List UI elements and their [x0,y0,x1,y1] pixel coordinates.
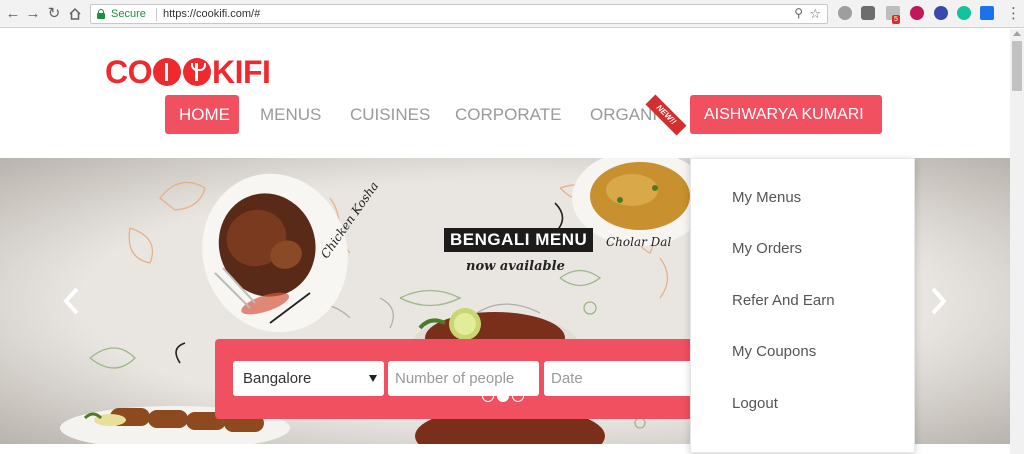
menu-icon[interactable]: ⋮ [1006,4,1021,22]
extension-icon-4[interactable] [910,6,924,20]
extension-badge: 5 [892,15,900,24]
zoom-icon[interactable]: ⚲ [794,6,803,20]
download-icon[interactable] [980,6,994,20]
menu-item-my-menus[interactable]: My Menus [732,189,801,206]
city-select-value: Bangalore [243,370,312,387]
star-icon[interactable]: ☆ [809,6,821,22]
address-bar[interactable]: Secure https://cookifi.com/# ⚲ ☆ [90,4,828,24]
cookifi-logo[interactable]: CO KIFI [105,53,271,90]
nav-menus[interactable]: MENUS [260,95,321,134]
lock-icon [97,9,105,19]
banner-subtitle: now available [466,259,565,274]
menu-item-logout[interactable]: Logout [732,395,778,412]
scroll-thumb[interactable] [1012,41,1022,91]
menu-item-refer-and-earn[interactable]: Refer And Earn [732,292,835,309]
extension-icon-2[interactable] [861,6,875,20]
logo-fork-icon [183,58,211,86]
logo-knife-icon [153,58,181,86]
scroll-up-icon[interactable] [1013,31,1021,36]
extension-icon-5[interactable] [934,6,948,20]
menu-item-my-orders[interactable]: My Orders [732,240,802,257]
nav-cuisines[interactable]: CUISINES [350,95,430,134]
page-scrollbar[interactable] [1010,29,1024,454]
forward-icon[interactable]: → [24,5,42,23]
carousel-prev-icon[interactable] [60,285,84,317]
carousel-dot-3[interactable] [512,390,524,402]
menu-item-my-coupons[interactable]: My Coupons [732,343,816,360]
carousel-next-icon[interactable] [926,285,950,317]
search-panel: Bangalore [215,339,705,419]
dish-label-cholar-dal: Cholar Dal [606,235,672,249]
browser-toolbar: ← → ↻ Secure https://cookifi.com/# ⚲ ☆ 5… [0,0,1024,28]
logo-text-right: KIFI [212,53,271,90]
home-icon[interactable] [66,5,84,23]
secure-label: Secure [111,8,146,20]
back-icon[interactable]: ← [4,5,22,23]
user-dropdown-menu: My Menus My Orders Refer And Earn My Cou… [690,158,915,453]
extension-icon-1[interactable] [838,6,852,20]
logo-text-left: CO [105,53,153,90]
url-text[interactable]: https://cookifi.com/# [163,8,260,20]
grammarly-icon[interactable] [957,6,971,20]
carousel-dot-2[interactable] [497,390,509,402]
nav-home[interactable]: HOME [165,95,239,134]
date-input[interactable] [544,361,705,396]
carousel-indicators [482,390,524,402]
reload-icon[interactable]: ↻ [45,5,63,23]
banner-title: BENGALI MENU [444,228,594,252]
carousel-dot-1[interactable] [482,390,494,402]
chevron-down-icon [369,375,377,382]
nav-corporate[interactable]: CORPORATE [455,95,561,134]
user-menu-button[interactable]: AISHWARYA KUMARI [690,95,882,134]
city-select[interactable]: Bangalore [233,361,384,396]
